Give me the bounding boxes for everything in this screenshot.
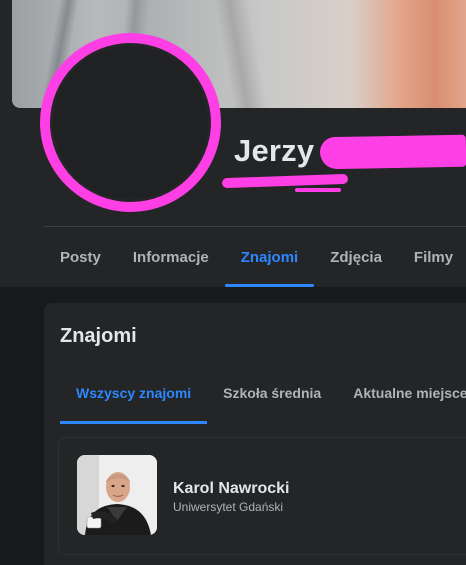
friend-avatar[interactable] — [77, 455, 157, 535]
friends-subtabs: Wszyscy znajomi Szkoła średnia Aktualne … — [60, 361, 466, 424]
friend-school: Uniwersytet Gdański — [173, 500, 284, 514]
redaction-mark — [295, 188, 341, 192]
tab-photos[interactable]: Zdjęcia — [314, 227, 398, 287]
tab-friends[interactable]: Znajomi — [224, 227, 315, 287]
redaction-underline — [221, 173, 349, 189]
tab-posts[interactable]: Posty — [44, 227, 117, 287]
subtab-high-school[interactable]: Szkoła średnia — [207, 361, 337, 424]
friend-photo-image — [77, 455, 157, 535]
profile-avatar[interactable] — [53, 46, 208, 199]
surname-redaction — [319, 134, 466, 170]
tab-videos[interactable]: Filmy — [398, 227, 466, 287]
subtab-all-friends[interactable]: Wszyscy znajomi — [60, 361, 208, 424]
profile-header: Jerzy A Posty Informacje Znajomi Zdjęcia… — [0, 0, 466, 287]
section-title: Znajomi — [60, 325, 137, 347]
friends-section: Znajomi Wszyscy znajomi Szkoła średnia A… — [44, 303, 466, 565]
facebook-profile-page: Jerzy A Posty Informacje Znajomi Zdjęcia… — [0, 0, 466, 565]
profile-tabs: Posty Informacje Znajomi Zdjęcia Filmy — [44, 227, 466, 287]
tab-about[interactable]: Informacje — [117, 227, 225, 287]
friend-name[interactable]: Karol Nawrocki — [173, 480, 289, 498]
friend-list-item[interactable]: Karol Nawrocki Uniwersytet Gdański — [58, 437, 466, 555]
subtab-current-city[interactable]: Aktualne miejsce — [337, 361, 466, 424]
